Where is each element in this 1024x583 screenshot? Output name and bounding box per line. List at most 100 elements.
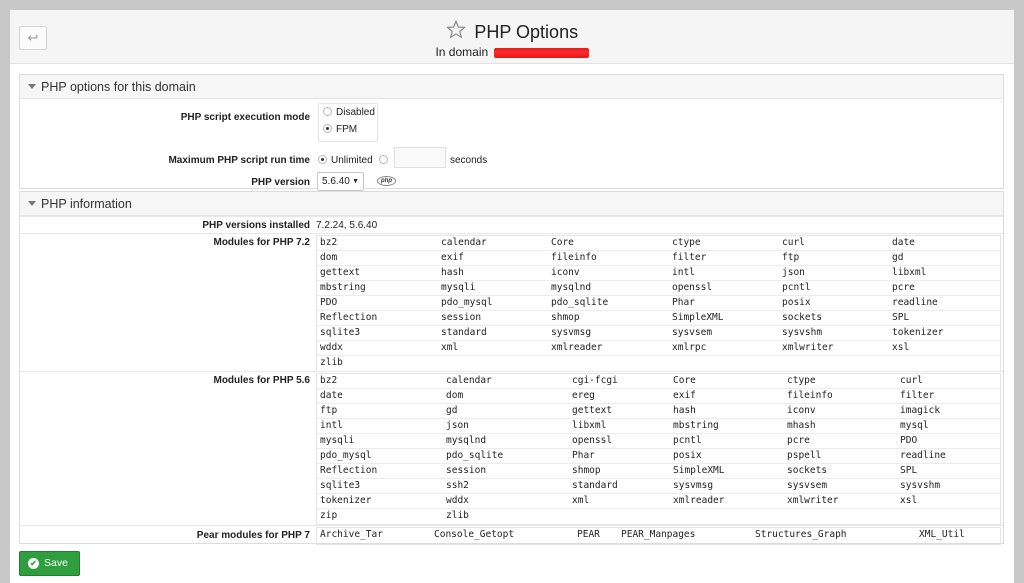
module-row: tokenizer wddx xml xmlreader xmlwriter xsl xyxy=(317,494,1000,509)
check-icon: ✔ xyxy=(28,558,39,569)
pear-module-name: Structures_Graph xyxy=(755,529,847,540)
module-name: Reflection xyxy=(320,465,378,476)
radio-disabled[interactable] xyxy=(323,107,332,116)
module-name: xmlwriter xyxy=(782,342,834,353)
max-time-custom-option[interactable] xyxy=(379,155,392,166)
module-name: SimpleXML xyxy=(672,312,724,323)
module-name: filter xyxy=(672,252,707,263)
module-row: intl json libxml mbstring mhash mysql xyxy=(317,419,1000,434)
module-row: zip zlib xyxy=(317,509,1000,524)
module-name: shmop xyxy=(572,465,601,476)
module-name: ctype xyxy=(672,237,701,248)
module-name: Reflection xyxy=(320,312,378,323)
module-row: wddx xml xmlreader xmlrpc xmlwriter xsl xyxy=(317,341,1000,356)
module-name: pdo_mysql xyxy=(320,450,372,461)
php-options-section: PHP options for this domain PHP script e… xyxy=(19,74,1004,191)
module-name: json xyxy=(446,420,469,431)
module-name: Core xyxy=(551,237,574,248)
module-name: sysvshm xyxy=(782,327,823,338)
save-label: Save xyxy=(44,557,68,569)
domain-prefix: In domain xyxy=(435,45,489,59)
module-name: posix xyxy=(673,450,702,461)
module-name: mysql xyxy=(900,420,929,431)
module-name: PDO xyxy=(320,297,338,308)
module-name: readline xyxy=(900,450,946,461)
pear-label: Pear modules for PHP 7 xyxy=(196,530,310,541)
module-name: cgi-fcgi xyxy=(572,375,618,386)
radio-custom-time[interactable] xyxy=(379,155,388,164)
module-name: tokenizer xyxy=(892,327,944,338)
module-row: Reflection session shmop SimpleXML sockets SP… xyxy=(317,464,1000,479)
section-header-options[interactable]: PHP options for this domain xyxy=(20,75,1003,99)
module-name: session xyxy=(441,312,482,323)
module-name: tokenizer xyxy=(320,495,372,506)
module-name: xmlrpc xyxy=(672,342,707,353)
module-name: sockets xyxy=(787,465,828,476)
php-info-section: PHP information PHP versions installed 7… xyxy=(19,191,1004,545)
pear-module-row: Archive_Tar Console_Getopt PEAR PEAR_Manpag… xyxy=(317,528,1000,544)
module-name: xml xyxy=(572,495,590,506)
pear-module-name: Console_Getopt xyxy=(434,529,515,540)
module-name: ssh2 xyxy=(446,480,469,491)
seconds-input[interactable] xyxy=(394,147,446,168)
module-name: xmlreader xyxy=(551,342,603,353)
modules72-grid: bz2 calendar Core ctype curl date dom exif filei… xyxy=(316,235,1001,372)
modules72-row: Modules for PHP 7.2 bz2 calendar Core ctype… xyxy=(20,233,1003,372)
module-name: pcre xyxy=(787,435,810,446)
star-icon[interactable] xyxy=(446,20,466,44)
module-name: readline xyxy=(892,297,938,308)
module-row: Reflection session shmop SimpleXML sockets SP… xyxy=(317,311,1000,326)
module-row: mbstring mysqli mysqlnd openssl pcntl pcre xyxy=(317,281,1000,296)
php-version-select[interactable]: 5.6.40 ▼ xyxy=(317,172,364,191)
module-name: mbstring xyxy=(673,420,719,431)
exec-fpm-option[interactable]: FPM xyxy=(323,124,357,135)
module-name: zlib xyxy=(320,357,343,368)
domain-subtitle: In domain xyxy=(10,45,1014,59)
module-name: intl xyxy=(320,420,343,431)
section-header-info[interactable]: PHP information xyxy=(20,192,1003,216)
module-name: SPL xyxy=(892,312,910,323)
module-name: session xyxy=(446,465,487,476)
module-name: fileinfo xyxy=(551,252,597,263)
module-name: exif xyxy=(673,390,696,401)
module-name: sysvmsg xyxy=(551,327,592,338)
module-name: dom xyxy=(446,390,464,401)
radio-fpm[interactable] xyxy=(323,124,332,133)
installed-value: 7.2.24, 5.6.40 xyxy=(316,220,378,231)
module-name: wddx xyxy=(446,495,469,506)
module-name: bz2 xyxy=(320,375,338,386)
module-name: xml xyxy=(441,342,459,353)
module-name: openssl xyxy=(672,282,713,293)
module-name: SimpleXML xyxy=(673,465,725,476)
module-name: pdo_mysql xyxy=(441,297,493,308)
php-logo-icon: php xyxy=(377,176,396,186)
module-name: fileinfo xyxy=(787,390,833,401)
radio-unlimited[interactable] xyxy=(318,155,327,164)
module-name: Phar xyxy=(672,297,695,308)
max-time-label: Maximum PHP script run time xyxy=(168,155,310,166)
max-time-unlimited-option[interactable]: Unlimited xyxy=(318,155,373,166)
module-name: libxml xyxy=(892,267,927,278)
module-name: mysqlnd xyxy=(446,435,487,446)
module-name: filter xyxy=(900,390,935,401)
seconds-unit: seconds xyxy=(450,155,488,166)
pear-module-name: PEAR_Manpages xyxy=(621,529,696,540)
exec-disabled-option[interactable]: Disabled xyxy=(323,107,375,118)
module-name: sqlite3 xyxy=(320,480,361,491)
module-name: pspell xyxy=(787,450,822,461)
page-header: ↩ PHP Options In domain xyxy=(10,10,1014,64)
module-name: pcntl xyxy=(782,282,811,293)
module-name: curl xyxy=(782,237,805,248)
pear-module-name: Archive_Tar xyxy=(320,529,383,540)
module-name: sockets xyxy=(782,312,823,323)
pear-grid: Archive_Tar Console_Getopt PEAR PEAR_Manpag… xyxy=(316,527,1001,545)
exec-mode-group: Disabled FPM xyxy=(318,103,378,142)
module-name: standard xyxy=(441,327,487,338)
caret-down-icon xyxy=(28,201,36,206)
installed-label: PHP versions installed xyxy=(202,220,310,231)
module-name: bz2 xyxy=(320,237,338,248)
module-name: calendar xyxy=(441,237,487,248)
save-button[interactable]: ✔ Save xyxy=(19,551,80,576)
module-name: sysvsem xyxy=(787,480,828,491)
module-name: xsl xyxy=(900,495,918,506)
